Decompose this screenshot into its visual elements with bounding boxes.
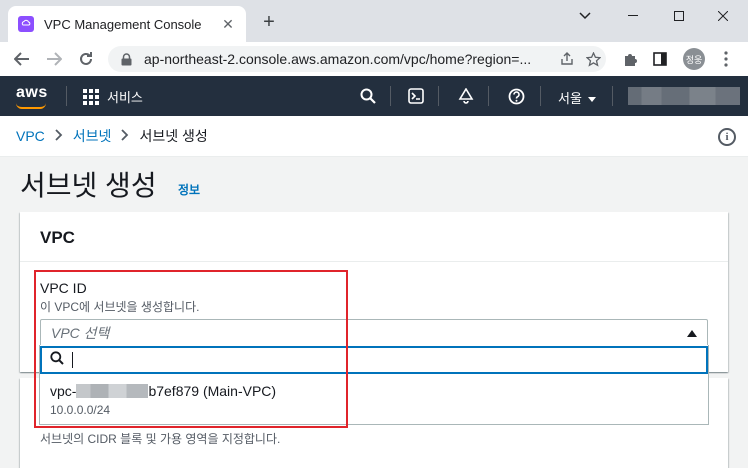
region-selector[interactable]: 서울 bbox=[558, 88, 596, 107]
browser-toolbar: ap-northeast-2.console.aws.amazon.com/vp… bbox=[0, 42, 748, 76]
browser-tab[interactable]: VPC Management Console ✕ bbox=[8, 6, 246, 42]
grid-icon bbox=[83, 88, 99, 105]
chevron-right-icon bbox=[55, 128, 63, 144]
services-label: 서비스 bbox=[107, 90, 143, 105]
more-menu-icon[interactable] bbox=[712, 45, 740, 73]
tab-close-icon[interactable]: ✕ bbox=[220, 16, 236, 33]
header-divider bbox=[540, 86, 541, 106]
header-divider bbox=[438, 86, 439, 106]
forward-arrow-icon[interactable] bbox=[40, 45, 68, 73]
page-title: 서브넷 생성 bbox=[20, 170, 157, 201]
header-divider bbox=[612, 86, 613, 106]
url-text[interactable]: ap-northeast-2.console.aws.amazon.com/vp… bbox=[144, 51, 554, 67]
cloudshell-icon[interactable] bbox=[406, 86, 426, 106]
vpc-favicon-icon bbox=[18, 16, 34, 32]
info-panel-icon[interactable]: i bbox=[718, 128, 736, 146]
maximize-icon[interactable] bbox=[656, 2, 702, 30]
extensions-puzzle-icon[interactable] bbox=[616, 45, 644, 73]
chevron-down-icon[interactable] bbox=[562, 2, 608, 30]
chevron-right-icon bbox=[121, 128, 129, 144]
back-arrow-icon[interactable] bbox=[8, 45, 36, 73]
aws-top-navigation: aws 서비스 서울 bbox=[0, 76, 748, 116]
bookmark-star-icon[interactable] bbox=[580, 46, 606, 72]
breadcrumb-current: 서브넷 생성 bbox=[139, 128, 208, 144]
region-label: 서울 bbox=[558, 91, 582, 106]
header-divider bbox=[488, 86, 489, 106]
side-panel-icon[interactable] bbox=[646, 45, 674, 73]
minimize-icon[interactable] bbox=[610, 2, 656, 30]
caret-up-icon bbox=[687, 329, 697, 337]
services-menu-button[interactable]: 서비스 bbox=[83, 87, 143, 106]
tab-title: VPC Management Console bbox=[44, 16, 202, 32]
browser-tab-strip: VPC Management Console ✕ + bbox=[0, 0, 748, 42]
info-link[interactable]: 정보 bbox=[178, 181, 200, 198]
header-divider bbox=[66, 86, 67, 106]
new-tab-button[interactable]: + bbox=[258, 12, 280, 32]
header-divider bbox=[390, 86, 391, 106]
account-menu-redacted[interactable] bbox=[628, 87, 740, 105]
search-icon[interactable] bbox=[358, 86, 378, 106]
breadcrumb-vpc-link[interactable]: VPC bbox=[16, 128, 45, 144]
notification-bell-icon[interactable] bbox=[456, 86, 476, 106]
subnet-cidr-description: 서브넷의 CIDR 블록 및 가용 영역을 지정합니다. bbox=[40, 432, 281, 446]
help-icon[interactable] bbox=[506, 86, 526, 106]
reload-icon[interactable] bbox=[72, 45, 100, 73]
annotation-highlight-box bbox=[34, 270, 348, 428]
breadcrumb: VPC 서브넷 서브넷 생성 i bbox=[0, 116, 748, 157]
profile-avatar[interactable]: 정웅 bbox=[683, 48, 705, 70]
breadcrumb-subnets-link[interactable]: 서브넷 bbox=[73, 126, 112, 146]
aws-logo-smile-icon bbox=[16, 103, 46, 109]
window-close-icon[interactable] bbox=[700, 2, 746, 30]
share-icon[interactable] bbox=[554, 46, 580, 72]
aws-logo[interactable]: aws bbox=[16, 84, 48, 102]
address-bar[interactable]: ap-northeast-2.console.aws.amazon.com/vp… bbox=[108, 46, 606, 72]
card-header-vpc: VPC bbox=[20, 212, 728, 262]
caret-down-icon bbox=[587, 90, 596, 105]
lock-icon[interactable] bbox=[118, 52, 134, 66]
